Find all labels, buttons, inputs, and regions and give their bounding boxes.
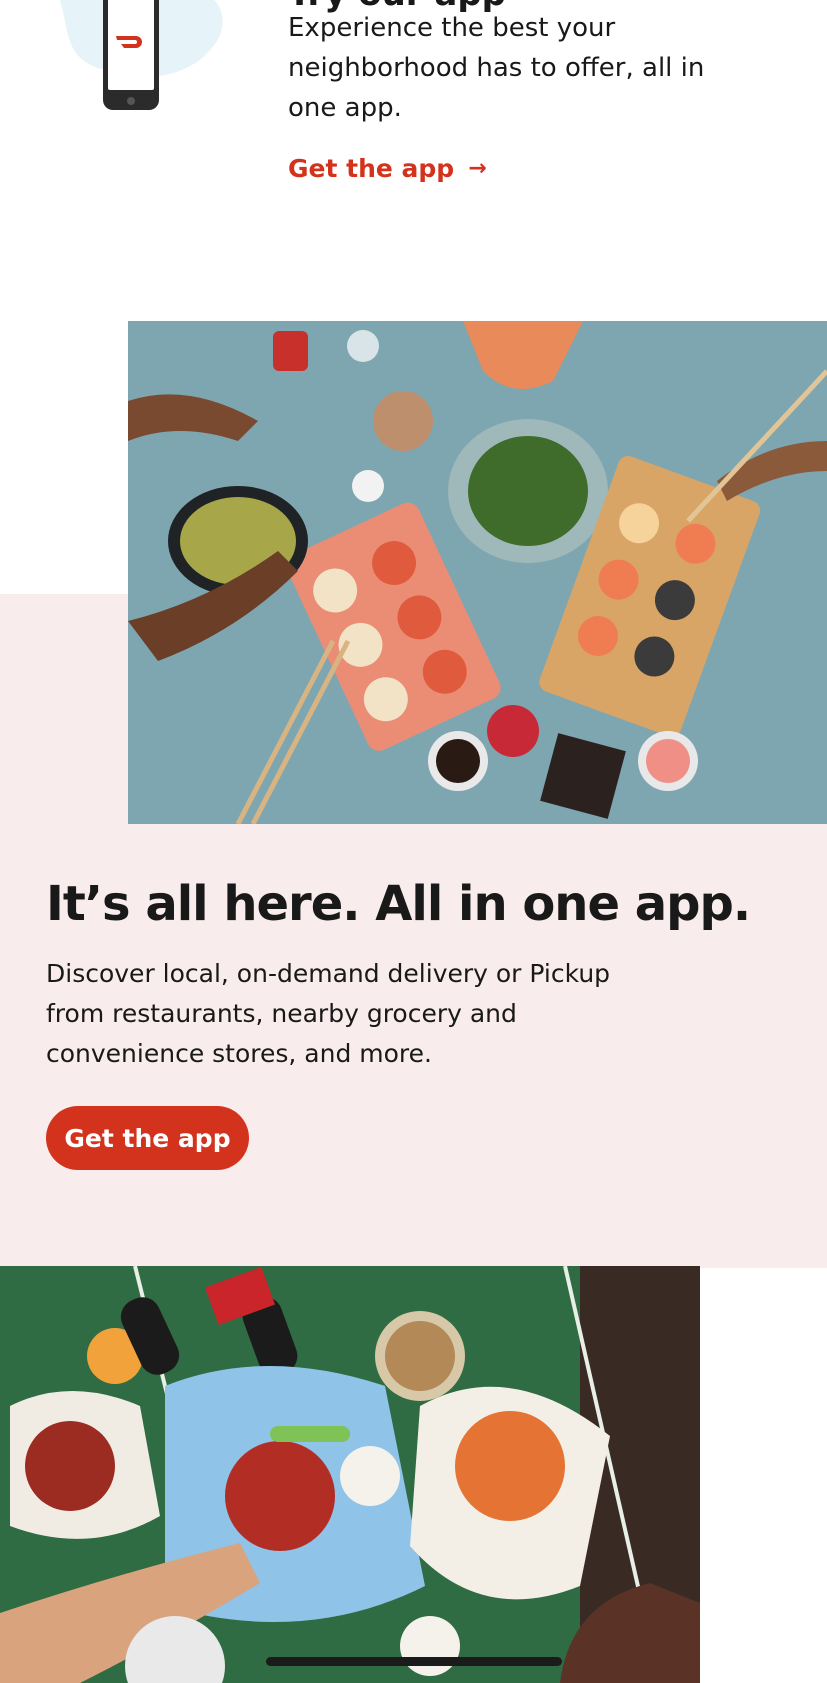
main-heading: It’s all here. All in one app. <box>46 876 751 932</box>
arrow-right-icon: → <box>468 156 487 181</box>
app-promo-section: Try our app Experience the best your nei… <box>0 0 827 320</box>
get-the-app-button[interactable]: Get the app <box>46 1106 249 1170</box>
wings-table-photo <box>0 1266 700 1683</box>
get-the-app-link-label: Get the app <box>288 154 455 183</box>
section-description: Experience the best your neighborhood ha… <box>288 13 705 123</box>
home-indicator-bar <box>266 1657 562 1666</box>
get-the-app-link[interactable]: Get the app → <box>288 154 487 183</box>
main-description: Discover local, on-demand delivery or Pi… <box>46 959 611 1068</box>
sushi-table-photo <box>128 321 827 824</box>
phone-illustration <box>60 0 223 110</box>
